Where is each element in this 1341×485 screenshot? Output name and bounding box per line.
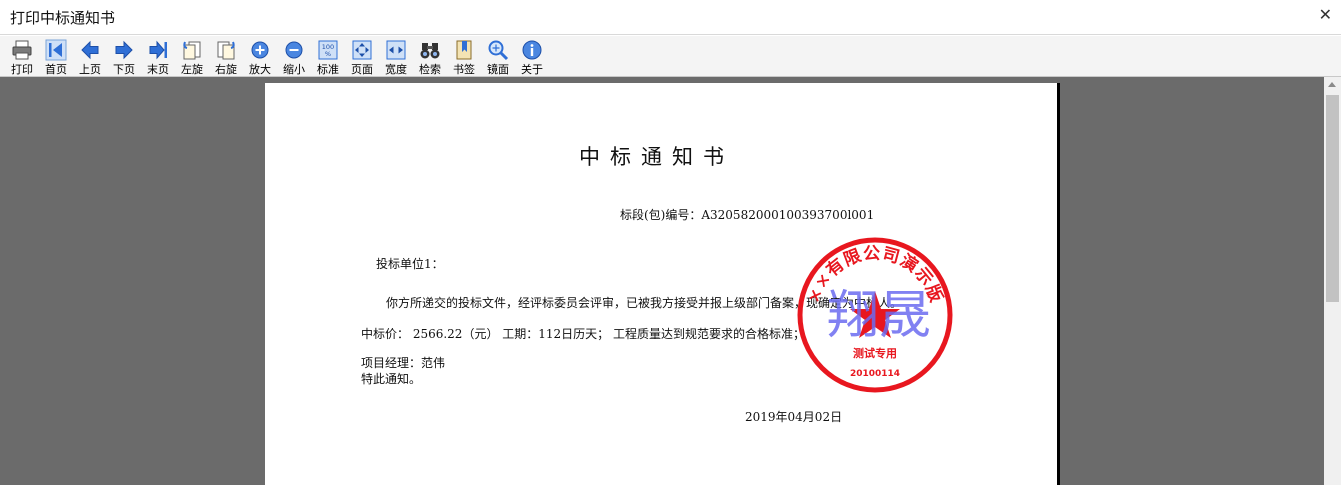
svg-text:%: % (325, 50, 331, 58)
fit-width-button[interactable]: 宽度 (380, 38, 412, 76)
last-page-icon (149, 40, 167, 60)
zoom-out-icon (285, 41, 303, 59)
window-title: 打印中标通知书 (10, 9, 116, 27)
seal-center-text: 测试专用 (853, 346, 897, 360)
actual-size-icon: 100 % (318, 40, 338, 60)
company-seal: ××有限公司演示版 测试专用 20100114 翔晟 (797, 237, 953, 393)
toolbar: 打印 首页 上页 下页 末页 左旋 右旋 放大 缩小 100 % 标准 页面 宽… (0, 36, 1341, 77)
closing-text: 特此通知。 (361, 372, 422, 386)
search-binoculars-icon (420, 43, 440, 59)
seal-serial: 20100114 (850, 369, 900, 379)
prev-page-button[interactable]: 上页 (74, 38, 106, 76)
project-manager: 项目经理：范伟 (361, 356, 446, 370)
fit-width-icon (386, 40, 406, 60)
toolbar-label: 关于 (521, 63, 543, 76)
info-icon (522, 40, 542, 60)
price-line: 中标价： 2566.22（元） 工期：112日历天； 工程质量达到规范要求的合格… (361, 327, 805, 341)
document-title: 中标通知书 (579, 145, 734, 169)
magnifier-icon (488, 40, 509, 61)
fit-page-button[interactable]: 页面 (346, 38, 378, 76)
close-icon[interactable]: ✕ (1319, 5, 1332, 24)
zoom-out-button[interactable]: 缩小 (278, 38, 310, 76)
first-page-button[interactable]: 首页 (40, 38, 72, 76)
rotate-left-button[interactable]: 左旋 (176, 38, 208, 76)
zoom-in-icon (251, 41, 269, 59)
bookmark-icon (456, 40, 472, 60)
print-button[interactable]: 打印 (6, 38, 38, 76)
magnifier-button[interactable]: 镜面 (482, 38, 514, 76)
last-page-button[interactable]: 末页 (142, 38, 174, 76)
rotate-right-icon (217, 41, 235, 60)
scroll-up-icon[interactable] (1328, 82, 1336, 87)
next-page-icon (115, 40, 133, 60)
bookmark-button[interactable]: 书签 (448, 38, 480, 76)
addressee: 投标单位1： (376, 257, 444, 271)
section-number: 标段(包)编号：A320582000100393700l001 (620, 208, 875, 222)
document-viewer[interactable]: 中标通知书 标段(包)编号：A320582000100393700l001 投标… (0, 77, 1324, 485)
title-bar: 打印中标通知书 ✕ (0, 0, 1341, 35)
fit-page-icon (352, 40, 372, 60)
zoom-in-button[interactable]: 放大 (244, 38, 276, 76)
printer-icon (12, 40, 32, 60)
prev-page-icon (81, 40, 99, 60)
rotate-left-icon (183, 41, 201, 60)
search-button[interactable]: 检索 (414, 38, 446, 76)
about-button[interactable]: 关于 (516, 38, 548, 76)
actual-size-button[interactable]: 100 % 标准 (312, 38, 344, 76)
document-page: 中标通知书 标段(包)编号：A320582000100393700l001 投标… (265, 83, 1057, 485)
document-date: 2019年04月02日 (745, 410, 843, 424)
next-page-button[interactable]: 下页 (108, 38, 140, 76)
vertical-scrollbar[interactable] (1324, 77, 1341, 485)
rotate-right-button[interactable]: 右旋 (210, 38, 242, 76)
first-page-icon (45, 39, 67, 61)
seal-overlay-text: 翔晟 (827, 286, 931, 346)
scrollbar-thumb[interactable] (1326, 95, 1339, 302)
